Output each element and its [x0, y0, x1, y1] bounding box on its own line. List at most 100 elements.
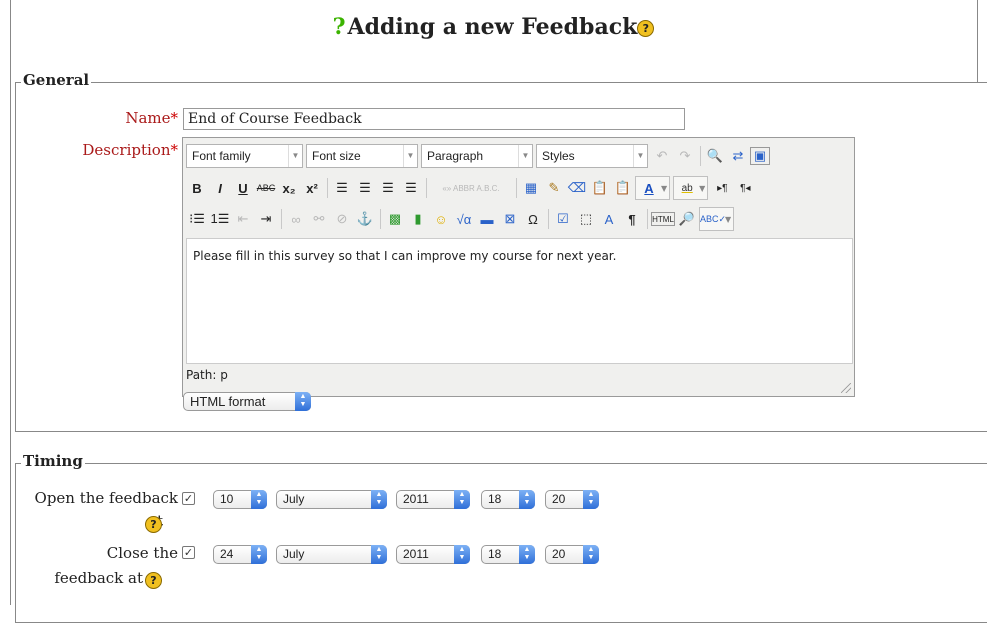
toolbar-row-1: Font family ▼ Font size ▼ Paragraph ▼ Style… — [186, 143, 771, 169]
visual-aid-icon[interactable]: ⬚ — [575, 208, 597, 230]
eraser-icon[interactable]: ⌫ — [566, 177, 588, 199]
anchor-icon[interactable]: ⚓ — [354, 208, 376, 230]
close-label-2: feedback at — [28, 569, 143, 587]
font-size-select[interactable]: Font size ▼ — [306, 144, 418, 168]
stepper-arrows-icon: ▲ ▼ — [251, 545, 267, 564]
text-color-group[interactable]: A ▼ — [635, 176, 671, 200]
highlight-color-icon[interactable]: ab — [676, 177, 698, 199]
open-year-select[interactable]: 2011 ▲ ▼ — [396, 490, 470, 509]
close-year-value: 2011 — [403, 547, 429, 561]
close-day-value: 24 — [220, 547, 234, 561]
select-all-icon[interactable]: ▦ — [520, 177, 542, 199]
format-label: HTML format — [190, 394, 266, 409]
close-hour-value: 18 — [488, 547, 502, 561]
equation-icon[interactable]: √α — [453, 208, 475, 230]
bold-icon[interactable]: B — [186, 177, 208, 199]
align-left-icon[interactable]: ☰ — [331, 177, 353, 199]
show-blocks-icon[interactable]: ¶ — [621, 208, 643, 230]
html-source-icon[interactable]: HTML — [651, 212, 675, 226]
close-hour-select[interactable]: 18 ▲ ▼ — [481, 545, 535, 564]
open-month-value: July — [283, 492, 305, 506]
open-minute-select[interactable]: 20 ▲ ▼ — [545, 490, 599, 509]
media-icon[interactable]: ▮ — [407, 208, 429, 230]
special-char-icon[interactable]: Ω — [522, 208, 544, 230]
toolbar-separator — [516, 178, 517, 198]
paste-word-icon[interactable]: 📋 — [612, 177, 634, 199]
styles-select[interactable]: Styles ▼ — [536, 144, 648, 168]
style-props-icon[interactable]: A — [598, 208, 620, 230]
page-title-text: Adding a new Feedback — [347, 14, 638, 40]
open-label: Open the feedback — [28, 489, 178, 507]
paragraph-select[interactable]: Paragraph ▼ — [421, 144, 533, 168]
outdent-icon[interactable]: ⇤ — [232, 208, 254, 230]
open-day-value: 10 — [220, 492, 234, 506]
font-family-select[interactable]: Font family ▼ — [186, 144, 303, 168]
align-right-icon[interactable]: ☰ — [377, 177, 399, 199]
editor-content-area[interactable]: Please fill in this survey so that I can… — [186, 238, 853, 364]
help-icon[interactable]: ? — [145, 572, 162, 589]
ltr-icon[interactable]: ▸¶ — [711, 177, 733, 199]
undo-icon[interactable]: ↶ — [651, 145, 673, 167]
italic-icon[interactable]: I — [209, 177, 231, 199]
stepper-arrows-icon: ▲ ▼ — [583, 490, 599, 509]
unlink-icon[interactable]: ⚯ — [308, 208, 330, 230]
toolbar-separator — [281, 209, 282, 229]
name-field[interactable]: End of Course Feedback — [183, 108, 685, 130]
stepper-arrows-icon: ▲ ▼ — [454, 490, 470, 509]
open-label-line1: Open the feedback — [34, 489, 178, 507]
paste-text-icon[interactable]: 📋 — [589, 177, 611, 199]
underline-icon[interactable]: U — [232, 177, 254, 199]
open-year-value: 2011 — [403, 492, 429, 506]
required-star: * — [170, 141, 179, 159]
stepper-arrows-icon: ▲ ▼ — [583, 545, 599, 564]
emoticon-icon[interactable]: ☺ — [430, 208, 452, 230]
horizontal-rule-icon[interactable]: ▬ — [476, 208, 498, 230]
stepper-arrows-icon: ▲ ▼ — [454, 545, 470, 564]
spellchecker-icon[interactable]: ABC✓ — [700, 208, 726, 230]
nolink-icon[interactable]: ⊘ — [331, 208, 353, 230]
close-minute-select[interactable]: 20 ▲ ▼ — [545, 545, 599, 564]
redo-icon[interactable]: ↷ — [674, 145, 696, 167]
superscript-icon[interactable]: x² — [301, 177, 323, 199]
stepper-arrows-icon: ▲ ▼ — [519, 545, 535, 564]
citation-abbr-acronym-icons[interactable]: «» ABBR A.B.C. — [430, 177, 512, 199]
resize-handle[interactable] — [841, 383, 851, 393]
close-month-select[interactable]: July ▲ ▼ — [276, 545, 387, 564]
align-justify-icon[interactable]: ☰ — [400, 177, 422, 199]
close-month-value: July — [283, 547, 305, 561]
image-icon[interactable]: ▩ — [384, 208, 406, 230]
subscript-icon[interactable]: x₂ — [278, 177, 300, 199]
format-select[interactable]: HTML format ▲ ▼ — [183, 392, 311, 411]
open-month-select[interactable]: July ▲ ▼ — [276, 490, 387, 509]
chevron-down-icon: ▼ — [288, 145, 302, 167]
rtl-icon[interactable]: ¶◂ — [734, 177, 756, 199]
close-year-select[interactable]: 2011 ▲ ▼ — [396, 545, 470, 564]
help-icon[interactable]: ? — [145, 516, 162, 533]
preview-icon[interactable]: 🔎 — [676, 208, 698, 230]
spellcheck-toggle-icon[interactable]: ☑ — [552, 208, 574, 230]
stepper-arrows-icon: ▲ ▼ — [371, 545, 387, 564]
open-hour-select[interactable]: 18 ▲ ▼ — [481, 490, 535, 509]
find-icon[interactable]: 🔍 — [704, 145, 726, 167]
highlight-color-group[interactable]: ab ▼ — [673, 176, 709, 200]
fullscreen-icon[interactable]: ▣ — [750, 147, 770, 165]
page-break-icon[interactable]: ⊠ — [499, 208, 521, 230]
spellchecker-group[interactable]: ABC✓ ▼ — [699, 207, 735, 231]
open-enable-checkbox[interactable]: ✓ — [182, 492, 195, 505]
link-icon[interactable]: ∞ — [285, 208, 307, 230]
open-minute-value: 20 — [552, 492, 566, 506]
numbered-list-icon[interactable]: 1☰ — [209, 208, 231, 230]
page-title: ?Adding a new Feedback? — [0, 14, 987, 40]
open-day-select[interactable]: 10 ▲ ▼ — [213, 490, 267, 509]
bullet-list-icon[interactable]: ⁝☰ — [186, 208, 208, 230]
strikethrough-icon[interactable]: ABC — [255, 177, 277, 199]
find-replace-icon[interactable]: ⇄ — [727, 145, 749, 167]
text-color-icon[interactable]: A — [638, 177, 660, 199]
cleanup-icon[interactable]: ✎ — [543, 177, 565, 199]
close-day-select[interactable]: 24 ▲ ▼ — [213, 545, 267, 564]
close-enable-checkbox[interactable]: ✓ — [182, 546, 195, 559]
indent-icon[interactable]: ⇥ — [255, 208, 277, 230]
rich-text-editor[interactable]: Font family ▼ Font size ▼ Paragraph ▼ Style… — [182, 137, 855, 397]
align-center-icon[interactable]: ☰ — [354, 177, 376, 199]
help-icon[interactable]: ? — [637, 19, 655, 37]
